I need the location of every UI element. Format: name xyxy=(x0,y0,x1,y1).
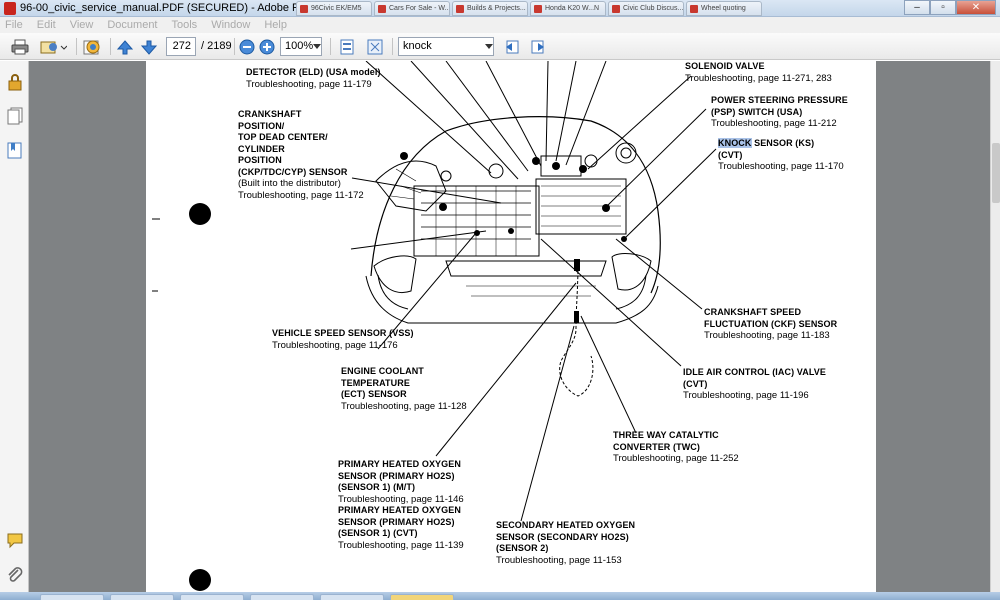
background-tab[interactable]: Wheel quoting xyxy=(686,1,762,16)
background-tab[interactable]: Civic Club Discus... xyxy=(608,1,684,16)
background-tab[interactable]: Cars For Sale - W... xyxy=(374,1,450,16)
search-highlight: KNOCK xyxy=(718,138,752,148)
document-viewport[interactable]: DETECTOR (ELD) (USA model) Troubleshooti… xyxy=(29,61,990,600)
eld-label: DETECTOR (ELD) (USA model) Troubleshooti… xyxy=(246,67,381,90)
chevron-down-icon[interactable] xyxy=(312,37,322,56)
ckf-sensor-label: CRANKSHAFT SPEED FLUCTUATION (CKF) SENSO… xyxy=(704,307,838,341)
iac-valve-label: IDLE AIR CONTROL (IAC) VALVE (CVT) Troub… xyxy=(683,367,826,401)
fit-page-icon[interactable] xyxy=(338,37,356,56)
taskbar-item[interactable] xyxy=(320,594,384,600)
menu-edit[interactable]: Edit xyxy=(37,17,56,33)
window-controls: – ▫ ✕ xyxy=(904,0,996,15)
menu-view[interactable]: View xyxy=(70,17,94,33)
taskbar-item[interactable] xyxy=(110,594,174,600)
background-taskbar-tabs: 96Civic EK/EM5 Cars For Sale - W... Buil… xyxy=(296,1,762,16)
lock-icon[interactable] xyxy=(6,73,24,91)
solenoid-valve-label: SOLENOID VALVE Troubleshooting, page 11-… xyxy=(685,61,832,84)
scrollbar-thumb[interactable] xyxy=(992,143,1000,203)
pages-icon[interactable] xyxy=(6,107,24,125)
comments-icon[interactable] xyxy=(6,531,24,549)
print-icon[interactable] xyxy=(10,37,30,56)
taskbar-item[interactable] xyxy=(40,594,104,600)
secondary-ho2s-label: SECONDARY HEATED OXYGEN SENSOR (SECONDAR… xyxy=(496,520,636,566)
zoom-out-icon[interactable] xyxy=(238,37,256,56)
menu-bar: File Edit View Document Tools Window Hel… xyxy=(0,17,1000,33)
knock-sensor-label: KNOCK SENSOR (KS) (CVT) Troubleshooting,… xyxy=(718,138,844,172)
full-screen-icon[interactable] xyxy=(366,37,384,56)
taskbar-item[interactable] xyxy=(250,594,314,600)
search-dropdown-icon[interactable] xyxy=(484,37,494,56)
minimize-button[interactable]: – xyxy=(904,0,930,15)
taskbar-item[interactable] xyxy=(390,594,454,600)
ect-sensor-label: ENGINE COOLANT TEMPERATURE (ECT) SENSOR … xyxy=(341,366,467,412)
find-previous-icon[interactable] xyxy=(503,37,521,56)
twc-label: THREE WAY CATALYTIC CONVERTER (TWC) Trou… xyxy=(613,430,739,464)
menu-document[interactable]: Document xyxy=(107,17,157,33)
toolbar: 272 / 2189 100% knock xyxy=(0,33,1000,60)
vertical-scrollbar[interactable] xyxy=(990,61,1000,600)
primary-ho2s-label: PRIMARY HEATED OXYGEN SENSOR (PRIMARY HO… xyxy=(338,459,464,551)
sign-icon[interactable] xyxy=(82,37,102,56)
bookmarks-icon[interactable] xyxy=(6,141,24,159)
find-next-icon[interactable] xyxy=(529,37,547,56)
psp-switch-label: POWER STEERING PRESSURE (PSP) SWITCH (US… xyxy=(711,95,848,129)
email-attach-icon[interactable] xyxy=(38,37,68,56)
background-tab[interactable]: 96Civic EK/EM5 xyxy=(296,1,372,16)
menu-help[interactable]: Help xyxy=(264,17,287,33)
pdf-page: DETECTOR (ELD) (USA model) Troubleshooti… xyxy=(146,61,876,600)
ckp-label: CRANKSHAFT POSITION/ TOP DEAD CENTER/ CY… xyxy=(238,109,364,201)
maximize-button[interactable]: ▫ xyxy=(930,0,956,15)
navigation-panel xyxy=(0,61,29,600)
title-bar: 96-00_civic_service_manual.PDF (SECURED)… xyxy=(0,0,1000,17)
page-number-input[interactable]: 272 xyxy=(166,37,196,56)
vss-label: VEHICLE SPEED SENSOR (VSS) Troubleshooti… xyxy=(272,328,414,351)
page-total: / 2189 xyxy=(201,40,232,52)
zoom-in-icon[interactable] xyxy=(258,37,276,56)
background-tab[interactable]: Honda K20 W...N xyxy=(530,1,606,16)
close-button[interactable]: ✕ xyxy=(956,0,996,15)
search-input[interactable]: knock xyxy=(398,37,494,56)
taskbar-item[interactable] xyxy=(180,594,244,600)
adobe-reader-icon xyxy=(4,2,16,15)
menu-window[interactable]: Window xyxy=(211,17,250,33)
next-page-icon[interactable] xyxy=(140,37,158,56)
attachments-icon[interactable] xyxy=(6,566,24,584)
previous-page-icon[interactable] xyxy=(116,37,134,56)
background-tab[interactable]: Builds & Projects... xyxy=(452,1,528,16)
menu-file[interactable]: File xyxy=(5,17,23,33)
window-title: 96-00_civic_service_manual.PDF (SECURED)… xyxy=(20,2,329,14)
menu-tools[interactable]: Tools xyxy=(172,17,198,33)
